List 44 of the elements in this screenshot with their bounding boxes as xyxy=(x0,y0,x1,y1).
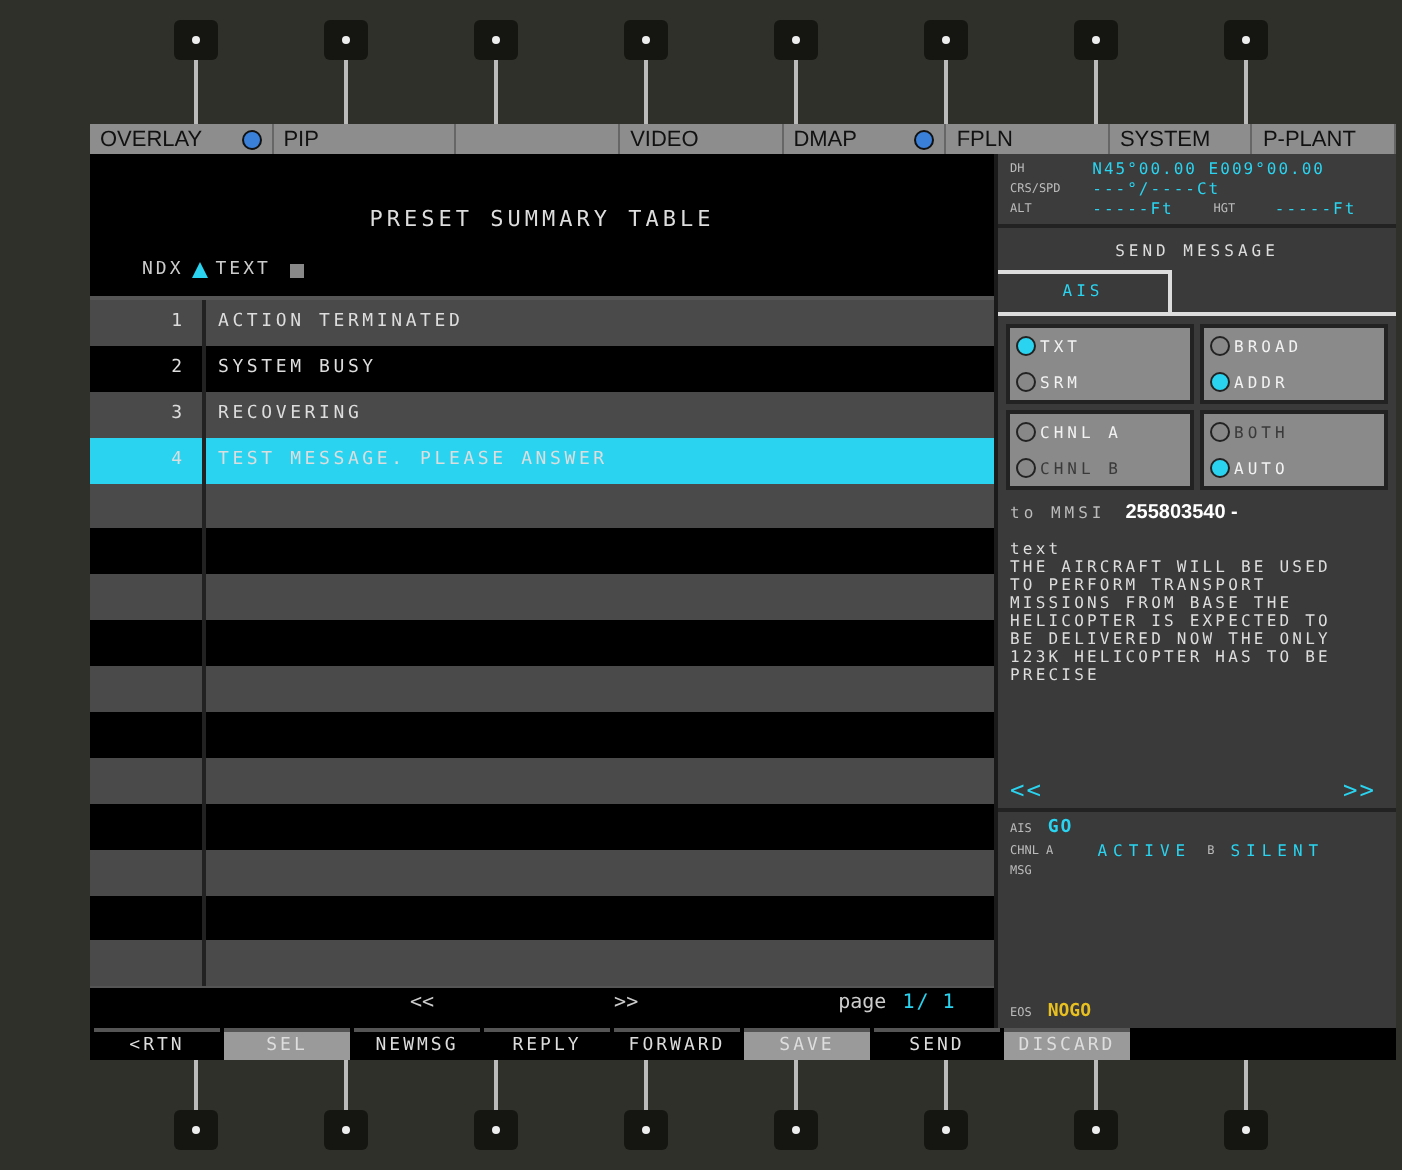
table-cell-text: TEST MESSAGE. PLEASE ANSWER xyxy=(216,447,608,474)
table-cell-text: RECOVERING xyxy=(216,401,363,428)
next-button[interactable]: >> xyxy=(614,992,639,1015)
column-header: TEXT xyxy=(215,260,271,280)
table-row[interactable]: 3 RECOVERING xyxy=(90,391,994,438)
position-value: N45°00.00 E009°00.00 xyxy=(1092,160,1327,178)
field-label: to MMSI xyxy=(1010,504,1106,522)
table-cell-text: ACTION TERMINATED xyxy=(216,310,464,336)
radio-option[interactable]: SRM xyxy=(1010,364,1190,400)
menu-tab[interactable]: PIP xyxy=(273,124,457,154)
radio-option[interactable]: CHNL A xyxy=(1010,414,1190,450)
square-icon xyxy=(290,263,305,277)
indicator-icon xyxy=(241,129,262,149)
message-text: THE AIRCRAFT WILL BE USED TO PERFORM TRANSPORT MISSIONS FROM BASE THE HELICOPTER IS EXPECTED TO BE DELIVERED NOW THE ONLY 123K HELICOPTER HAS TO BE PRECISE xyxy=(1010,558,1333,684)
field-value: ---°/----Ct xyxy=(1092,180,1223,198)
radio-option[interactable]: AUTO xyxy=(1204,450,1384,486)
status-value: SILENT xyxy=(1230,842,1325,860)
radio-option[interactable]: ADDR xyxy=(1204,364,1384,400)
table-cell-text: SYSTEM BUSY xyxy=(216,355,377,382)
radio-option[interactable]: TXT xyxy=(1010,328,1190,364)
prev-button[interactable]: << xyxy=(410,992,435,1015)
status-value: NOGO xyxy=(1047,1002,1092,1022)
table-title: PRESET SUMMARY TABLE xyxy=(367,206,717,232)
indicator-icon xyxy=(914,129,935,149)
status-value: GO xyxy=(1047,818,1074,838)
menu-tab[interactable]: OVERLAY xyxy=(90,124,274,154)
field-value: -----Ft xyxy=(1092,200,1176,218)
next-button[interactable]: >> xyxy=(1343,776,1376,804)
page-total: 1 xyxy=(942,992,957,1015)
mmsi-value: 255803540 - xyxy=(1125,502,1238,524)
table-row[interactable]: 1 ACTION TERMINATED xyxy=(90,300,994,346)
page-label: page xyxy=(838,992,887,1015)
status-value: ACTIVE xyxy=(1097,842,1192,860)
column-header: NDX xyxy=(142,260,184,280)
sort-icon xyxy=(191,262,208,278)
menu-tab[interactable]: VIDEO xyxy=(620,124,784,154)
section-title: SEND MESSAGE xyxy=(1113,240,1281,264)
field-value: -----Ft xyxy=(1274,200,1359,218)
page-number: 1/ xyxy=(902,992,931,1015)
field-label: text xyxy=(1010,540,1064,558)
menu-tab[interactable]: DMAP xyxy=(783,124,947,154)
ais-tab[interactable]: AIS xyxy=(998,270,1172,316)
prev-button[interactable]: << xyxy=(1010,776,1043,804)
radio-option[interactable]: BROAD xyxy=(1204,328,1384,364)
